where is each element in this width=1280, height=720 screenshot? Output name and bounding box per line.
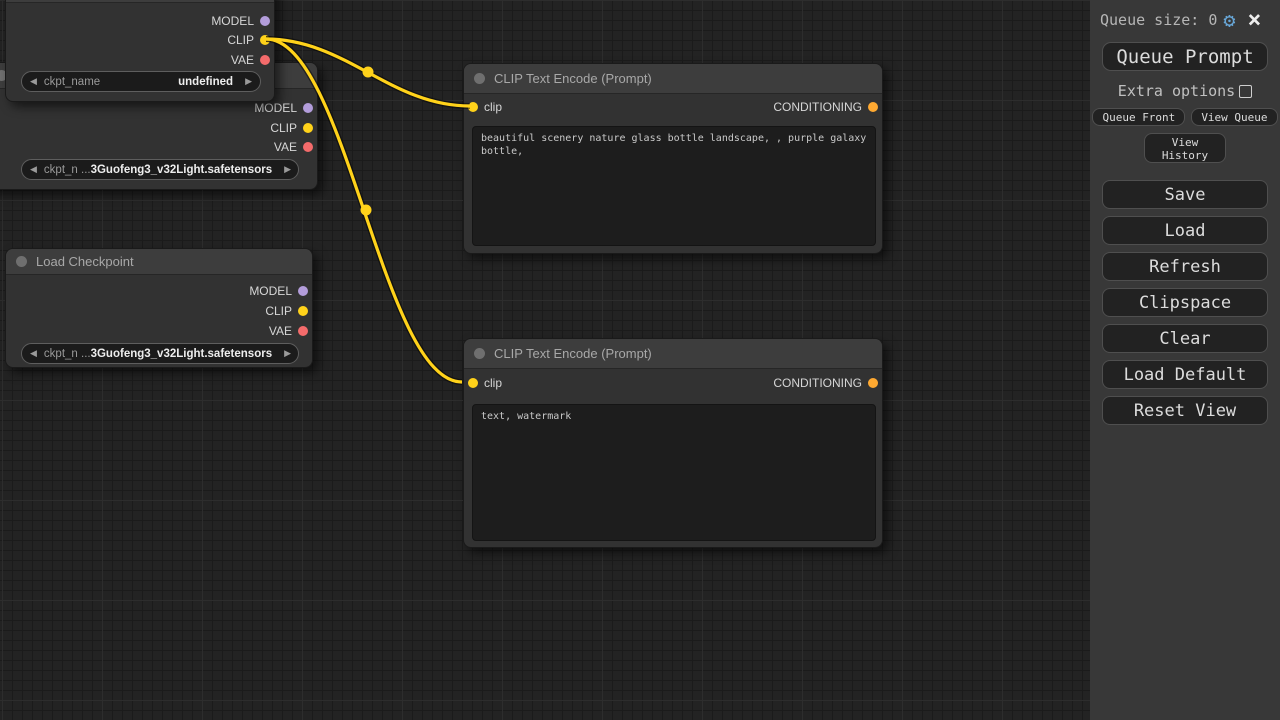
- positive-prompt-textarea[interactable]: beautiful scenery nature glass bottle la…: [472, 126, 876, 246]
- node-status-icon: [474, 348, 485, 359]
- ckpt-name-widget[interactable]: ◀ ckpt_n ... 3Guofeng3_v32Light.safetens…: [21, 343, 299, 364]
- clip-slot-icon[interactable]: [298, 306, 308, 316]
- arrow-right-icon[interactable]: ▶: [284, 165, 291, 174]
- widget-value: 3Guofeng3_v32Light.safetensors: [91, 348, 273, 360]
- node-title-bar[interactable]: [6, 0, 274, 3]
- widget-value: 3Guofeng3_v32Light.safetensors: [91, 164, 273, 176]
- clipspace-button[interactable]: Clipspace: [1102, 288, 1268, 317]
- slot-label: VAE: [274, 140, 297, 154]
- load-default-button[interactable]: Load Default: [1102, 360, 1268, 389]
- output-slot-conditioning: CONDITIONING: [767, 376, 878, 390]
- clear-button[interactable]: Clear: [1102, 324, 1268, 353]
- node-status-icon: [16, 256, 27, 267]
- queue-buttons-row: Queue Front View Queue: [1090, 108, 1280, 126]
- slot-label: CONDITIONING: [773, 100, 862, 114]
- close-icon[interactable]: ×: [1247, 11, 1261, 29]
- arrow-right-icon[interactable]: ▶: [245, 77, 252, 86]
- widget-value: undefined: [178, 76, 233, 88]
- slot-label: VAE: [269, 324, 292, 338]
- slot-label: clip: [484, 100, 502, 114]
- widget-label: ckpt_n ...: [44, 164, 91, 176]
- queue-size-label: Queue size: 0: [1100, 11, 1217, 29]
- save-button[interactable]: Save: [1102, 180, 1268, 209]
- clip-slot-icon[interactable]: [260, 35, 270, 45]
- link-midpoint-dot[interactable]: [363, 67, 374, 78]
- vae-slot-icon[interactable]: [303, 142, 313, 152]
- clip-input-icon[interactable]: [468, 102, 478, 112]
- ckpt-name-widget[interactable]: ◀ ckpt_n ... 3Guofeng3_v32Light.safetens…: [21, 159, 299, 180]
- slot-label: VAE: [231, 53, 254, 67]
- node-title-bar[interactable]: CLIP Text Encode (Prompt): [464, 339, 882, 369]
- output-slot-vae: VAE: [0, 137, 317, 157]
- output-slot-clip: CLIP: [0, 118, 317, 138]
- slot-label: CLIP: [227, 33, 254, 47]
- output-slot-clip: CLIP: [6, 30, 274, 50]
- node-canvas[interactable]: MODEL CLIP VAE ◀ ckpt_n ... 3Guofeng3_v3…: [0, 0, 1090, 720]
- clip-slot-icon[interactable]: [303, 123, 313, 133]
- arrow-left-icon[interactable]: ◀: [30, 349, 37, 358]
- extra-options-row: Extra options: [1090, 82, 1280, 100]
- link-midpoint-dot[interactable]: [361, 205, 372, 216]
- view-queue-button[interactable]: View Queue: [1191, 108, 1277, 126]
- queue-front-button[interactable]: Queue Front: [1092, 108, 1185, 126]
- widget-label: ckpt_n ...: [44, 348, 91, 360]
- node-title: Load Checkpoint: [36, 254, 134, 269]
- refresh-button[interactable]: Refresh: [1102, 252, 1268, 281]
- model-slot-icon[interactable]: [298, 286, 308, 296]
- conditioning-output-icon[interactable]: [868, 378, 878, 388]
- output-slot-conditioning: CONDITIONING: [767, 100, 878, 114]
- output-slot-vae: VAE: [6, 50, 274, 70]
- model-slot-icon[interactable]: [260, 16, 270, 26]
- slot-label: MODEL: [211, 14, 254, 28]
- node-load-checkpoint[interactable]: Load Checkpoint MODEL CLIP VAE ◀ ckpt_n …: [5, 248, 313, 368]
- arrow-left-icon[interactable]: ◀: [30, 77, 37, 86]
- slot-label: clip: [484, 376, 502, 390]
- input-slot-clip: clip: [468, 376, 508, 390]
- load-button[interactable]: Load: [1102, 216, 1268, 245]
- node-title: CLIP Text Encode (Prompt): [494, 71, 652, 86]
- settings-gear-icon[interactable]: ⚙: [1223, 10, 1235, 30]
- menu-button-stack: Save Load Refresh Clipspace Clear Load D…: [1090, 180, 1280, 425]
- node-title: CLIP Text Encode (Prompt): [494, 346, 652, 361]
- node-status-icon: [474, 73, 485, 84]
- menu-header: Queue size: 0 ⚙ ×: [1090, 0, 1280, 30]
- view-history-button[interactable]: View History: [1144, 133, 1226, 163]
- node-load-checkpoint-top[interactable]: MODEL CLIP VAE ◀ ckpt_name undefined ▶: [5, 0, 275, 102]
- ckpt-name-widget[interactable]: ◀ ckpt_name undefined ▶: [21, 71, 261, 92]
- node-clip-text-encode-positive[interactable]: CLIP Text Encode (Prompt) clip CONDITION…: [463, 63, 883, 254]
- slot-row: clip CONDITIONING: [464, 373, 882, 393]
- node-title-bar[interactable]: CLIP Text Encode (Prompt): [464, 64, 882, 94]
- extra-options-checkbox[interactable]: [1239, 85, 1252, 98]
- node-clip-text-encode-negative[interactable]: CLIP Text Encode (Prompt) clip CONDITION…: [463, 338, 883, 548]
- clip-input-icon[interactable]: [468, 378, 478, 388]
- slot-label: CLIP: [270, 121, 297, 135]
- arrow-left-icon[interactable]: ◀: [30, 165, 37, 174]
- input-slot-clip: clip: [468, 100, 508, 114]
- negative-prompt-textarea[interactable]: text, watermark: [472, 404, 876, 541]
- conditioning-output-icon[interactable]: [868, 102, 878, 112]
- output-slot-clip: CLIP: [6, 301, 312, 321]
- node-title-bar[interactable]: Load Checkpoint: [6, 249, 312, 275]
- slot-label: MODEL: [249, 284, 292, 298]
- slot-label: CONDITIONING: [773, 376, 862, 390]
- extra-options-label: Extra options: [1118, 82, 1235, 100]
- output-slot-model: MODEL: [6, 281, 312, 301]
- slot-label: CLIP: [265, 304, 292, 318]
- widget-label: ckpt_name: [44, 76, 100, 88]
- reset-view-button[interactable]: Reset View: [1102, 396, 1268, 425]
- output-slot-model: MODEL: [6, 11, 274, 31]
- view-history-row: View History: [1090, 133, 1280, 163]
- comfy-menu-panel: Queue size: 0 ⚙ × Queue Prompt Extra opt…: [1090, 0, 1280, 720]
- model-slot-icon[interactable]: [303, 103, 313, 113]
- output-slot-vae: VAE: [6, 321, 312, 341]
- arrow-right-icon[interactable]: ▶: [284, 349, 291, 358]
- slot-label: MODEL: [254, 101, 297, 115]
- slot-row: clip CONDITIONING: [464, 97, 882, 117]
- vae-slot-icon[interactable]: [298, 326, 308, 336]
- queue-prompt-button[interactable]: Queue Prompt: [1102, 42, 1268, 71]
- vae-slot-icon[interactable]: [260, 55, 270, 65]
